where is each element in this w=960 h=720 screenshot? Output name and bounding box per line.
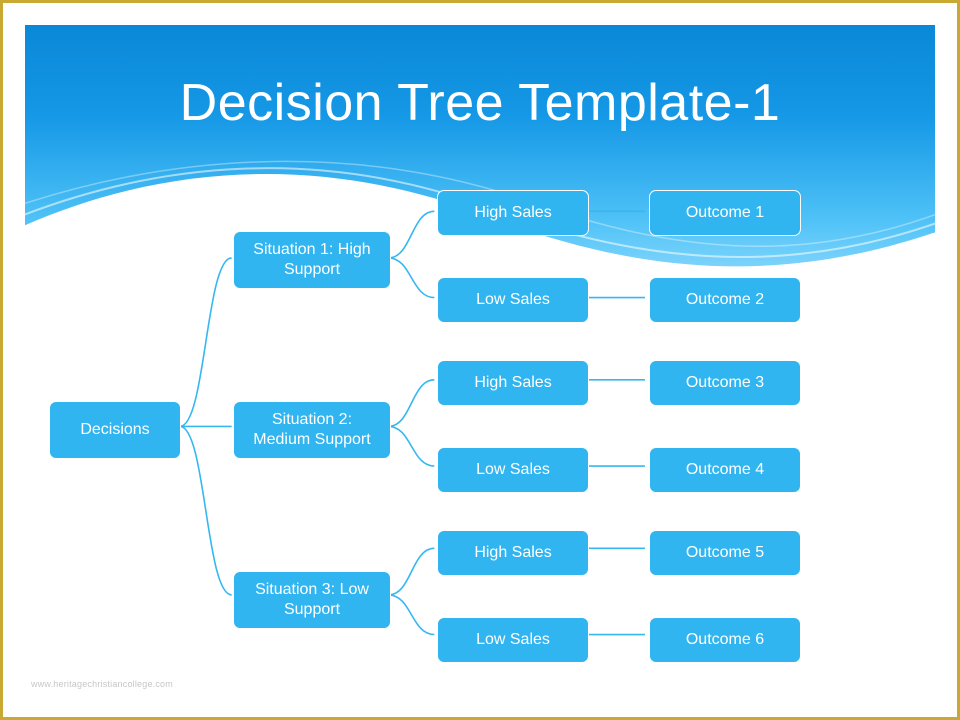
node-outcome-1: Outcome 1 [649,190,801,236]
node-sales-2a: High Sales [437,360,589,406]
slide-frame: Decision Tree Template-1 Decisions [0,0,960,720]
watermark-text: www.heritagechristiancollege.com [31,679,173,689]
node-sales-3b: Low Sales [437,617,589,663]
header-wave [25,145,935,385]
slide-title: Decision Tree Template-1 [25,73,935,133]
node-outcome-2: Outcome 2 [649,277,801,323]
node-outcome-3: Outcome 3 [649,360,801,406]
node-outcome-4: Outcome 4 [649,447,801,493]
node-situation-2: Situation 2: Medium Support [233,401,391,459]
node-sales-1a: High Sales [437,190,589,236]
node-sales-3a: High Sales [437,530,589,576]
node-situation-1: Situation 1: High Support [233,231,391,289]
node-outcome-5: Outcome 5 [649,530,801,576]
slide-canvas: Decision Tree Template-1 Decisions [25,25,935,695]
node-situation-3: Situation 3: Low Support [233,571,391,629]
node-root: Decisions [49,401,181,459]
node-outcome-6: Outcome 6 [649,617,801,663]
node-sales-2b: Low Sales [437,447,589,493]
node-sales-1b: Low Sales [437,277,589,323]
